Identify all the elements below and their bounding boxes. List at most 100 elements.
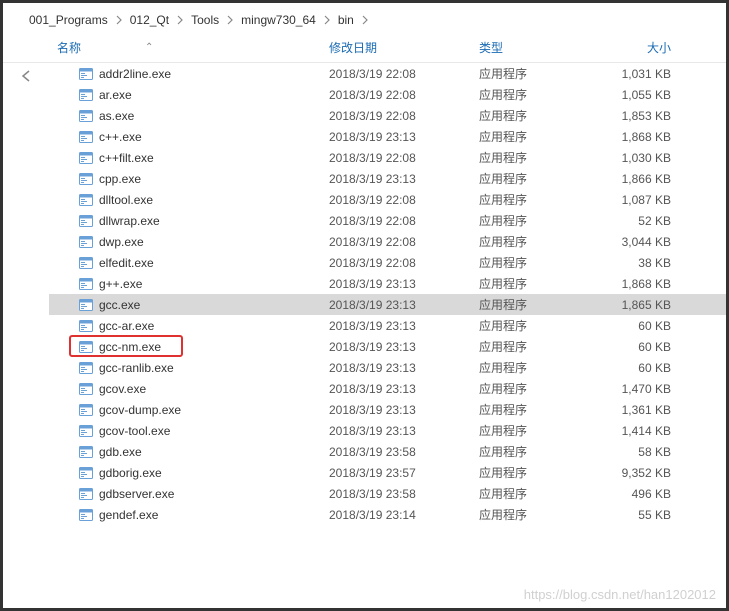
file-row[interactable]: cpp.exe2018/3/19 23:13应用程序1,866 KB <box>49 168 726 189</box>
file-date: 2018/3/19 23:58 <box>329 445 479 459</box>
column-header-size[interactable]: 大小 <box>589 39 689 56</box>
exe-file-icon <box>79 320 93 332</box>
file-size: 52 KB <box>589 214 689 228</box>
file-name: gendef.exe <box>99 508 158 522</box>
file-row[interactable]: dlltool.exe2018/3/19 22:08应用程序1,087 KB <box>49 189 726 210</box>
nav-up-button[interactable] <box>3 63 49 525</box>
file-size: 38 KB <box>589 256 689 270</box>
breadcrumb-item[interactable]: 001_Programs <box>29 13 108 27</box>
file-size: 1,055 KB <box>589 88 689 102</box>
column-header-type[interactable]: 类型 <box>479 39 589 56</box>
exe-file-icon <box>79 173 93 185</box>
exe-file-icon <box>79 215 93 227</box>
file-date: 2018/3/19 23:13 <box>329 424 479 438</box>
sort-arrow-icon: ⌃ <box>145 42 153 53</box>
exe-file-icon <box>79 467 93 479</box>
exe-file-icon <box>79 341 93 353</box>
file-size: 1,087 KB <box>589 193 689 207</box>
file-name: cpp.exe <box>99 172 141 186</box>
breadcrumb-item[interactable]: 012_Qt <box>130 13 169 27</box>
file-date: 2018/3/19 23:14 <box>329 508 479 522</box>
column-header-name[interactable]: 名称 ⌃ <box>49 39 329 56</box>
file-name: gdborig.exe <box>99 466 162 480</box>
file-row[interactable]: gdborig.exe2018/3/19 23:57应用程序9,352 KB <box>49 462 726 483</box>
file-date: 2018/3/19 23:13 <box>329 130 479 144</box>
file-name: gdb.exe <box>99 445 142 459</box>
file-size: 55 KB <box>589 508 689 522</box>
exe-file-icon <box>79 236 93 248</box>
exe-file-icon <box>79 68 93 80</box>
file-row[interactable]: c++.exe2018/3/19 23:13应用程序1,868 KB <box>49 126 726 147</box>
file-type: 应用程序 <box>479 464 589 481</box>
file-size: 1,030 KB <box>589 151 689 165</box>
file-row[interactable]: as.exe 2018/3/19 22:08应用程序1,853 KB <box>49 105 726 126</box>
file-name: elfedit.exe <box>99 256 154 270</box>
file-type: 应用程序 <box>479 275 589 292</box>
file-row[interactable]: gcov-dump.exe 2018/3/19 23:13应用程序1,361 KB <box>49 399 726 420</box>
file-name: gdbserver.exe <box>99 487 174 501</box>
exe-file-icon <box>79 362 93 374</box>
file-name: gcov-tool.exe <box>99 424 170 438</box>
file-row[interactable]: dwp.exe2018/3/19 22:08应用程序3,044 KB <box>49 231 726 252</box>
file-row[interactable]: g++.exe2018/3/19 23:13应用程序1,868 KB <box>49 273 726 294</box>
file-row[interactable]: elfedit.exe 2018/3/19 22:08应用程序38 KB <box>49 252 726 273</box>
file-date: 2018/3/19 23:13 <box>329 172 479 186</box>
file-row[interactable]: c++filt.exe2018/3/19 22:08应用程序1,030 KB <box>49 147 726 168</box>
breadcrumb-item[interactable]: bin <box>338 13 354 27</box>
file-row[interactable]: gcc.exe2018/3/19 23:13应用程序1,865 KB <box>49 294 726 315</box>
chevron-right-icon <box>114 15 124 25</box>
file-row[interactable]: gcc-ar.exe2018/3/19 23:13应用程序60 KB <box>49 315 726 336</box>
file-type: 应用程序 <box>479 107 589 124</box>
file-name: dllwrap.exe <box>99 214 160 228</box>
file-name: ar.exe <box>99 88 132 102</box>
file-size: 1,853 KB <box>589 109 689 123</box>
file-type: 应用程序 <box>479 422 589 439</box>
file-date: 2018/3/19 22:08 <box>329 193 479 207</box>
file-row[interactable]: gdb.exe 2018/3/19 23:58应用程序58 KB <box>49 441 726 462</box>
file-type: 应用程序 <box>479 149 589 166</box>
file-row[interactable]: gcc-ranlib.exe2018/3/19 23:13应用程序60 KB <box>49 357 726 378</box>
exe-file-icon <box>79 488 93 500</box>
file-row[interactable]: dllwrap.exe2018/3/19 22:08应用程序52 KB <box>49 210 726 231</box>
file-name: as.exe <box>99 109 134 123</box>
file-name: gcc-nm.exe <box>99 340 161 354</box>
file-row[interactable]: gdbserver.exe2018/3/19 23:58应用程序496 KB <box>49 483 726 504</box>
file-date: 2018/3/19 23:13 <box>329 340 479 354</box>
file-type: 应用程序 <box>479 401 589 418</box>
chevron-right-icon <box>322 15 332 25</box>
file-row[interactable]: gcov.exe2018/3/19 23:13应用程序1,470 KB <box>49 378 726 399</box>
file-row[interactable]: gcc-nm.exe2018/3/19 23:13应用程序60 KB <box>49 336 726 357</box>
file-name: dwp.exe <box>99 235 144 249</box>
exe-file-icon <box>79 152 93 164</box>
file-date: 2018/3/19 22:08 <box>329 256 479 270</box>
file-row[interactable]: gcov-tool.exe2018/3/19 23:13应用程序1,414 KB <box>49 420 726 441</box>
file-name: gcov-dump.exe <box>99 403 181 417</box>
file-date: 2018/3/19 22:08 <box>329 88 479 102</box>
breadcrumb-item[interactable]: Tools <box>191 13 219 27</box>
file-type: 应用程序 <box>479 254 589 271</box>
file-row[interactable]: ar.exe 2018/3/19 22:08应用程序1,055 KB <box>49 84 726 105</box>
file-name: g++.exe <box>99 277 142 291</box>
breadcrumb-item[interactable]: mingw730_64 <box>241 13 316 27</box>
file-date: 2018/3/19 23:13 <box>329 403 479 417</box>
file-size: 1,868 KB <box>589 277 689 291</box>
file-size: 9,352 KB <box>589 466 689 480</box>
file-size: 58 KB <box>589 445 689 459</box>
file-size: 1,361 KB <box>589 403 689 417</box>
file-type: 应用程序 <box>479 338 589 355</box>
breadcrumb[interactable]: 001_Programs 012_Qt Tools mingw730_64 bi… <box>3 3 726 35</box>
file-row[interactable]: gendef.exe2018/3/19 23:14应用程序55 KB <box>49 504 726 525</box>
file-type: 应用程序 <box>479 86 589 103</box>
file-name: addr2line.exe <box>99 67 171 81</box>
exe-file-icon <box>79 257 93 269</box>
file-name: gcc-ar.exe <box>99 319 154 333</box>
file-row[interactable]: addr2line.exe2018/3/19 22:08应用程序1,031 KB <box>49 63 726 84</box>
file-date: 2018/3/19 22:08 <box>329 109 479 123</box>
file-type: 应用程序 <box>479 485 589 502</box>
file-type: 应用程序 <box>479 296 589 313</box>
file-type: 应用程序 <box>479 443 589 460</box>
file-list: addr2line.exe2018/3/19 22:08应用程序1,031 KB… <box>49 63 726 525</box>
file-date: 2018/3/19 23:13 <box>329 382 479 396</box>
exe-file-icon <box>79 404 93 416</box>
column-header-date[interactable]: 修改日期 <box>329 39 479 56</box>
